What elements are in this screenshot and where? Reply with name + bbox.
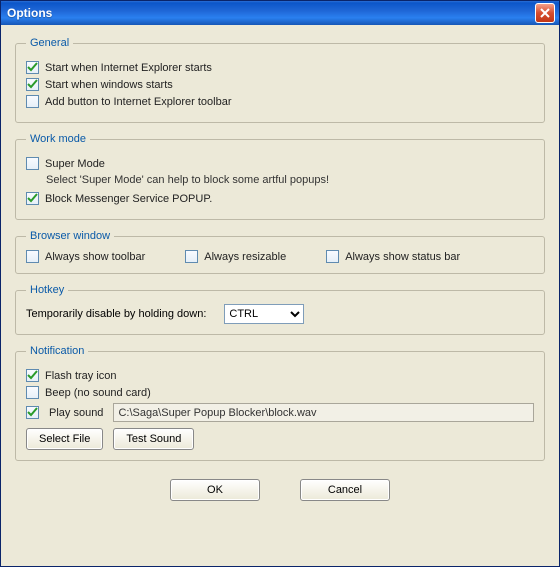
group-browser-window: Browser window Always show toolbar Alway… [15, 230, 545, 274]
legend-general: General [26, 37, 73, 49]
select-hotkey[interactable]: CTRL [224, 304, 304, 324]
legend-workmode: Work mode [26, 133, 90, 145]
label-resizable[interactable]: Always resizable [204, 251, 286, 263]
label-play-sound[interactable]: Play sound [49, 407, 103, 419]
checkbox-play-sound[interactable] [26, 406, 39, 419]
options-dialog: Options General Start when Internet Expl… [0, 0, 560, 567]
checkbox-block-msgr[interactable] [26, 192, 39, 205]
group-hotkey: Hotkey Temporarily disable by holding do… [15, 284, 545, 335]
dialog-button-row: OK Cancel [15, 471, 545, 503]
legend-hotkey: Hotkey [26, 284, 68, 296]
label-beep[interactable]: Beep (no sound card) [45, 387, 151, 399]
group-workmode: Work mode Super Mode Select 'Super Mode'… [15, 133, 545, 220]
select-file-button[interactable]: Select File [26, 428, 103, 450]
label-super-mode[interactable]: Super Mode [45, 158, 105, 170]
legend-browser-window: Browser window [26, 230, 114, 242]
checkbox-resizable[interactable] [185, 250, 198, 263]
ok-button[interactable]: OK [170, 479, 260, 501]
label-start-ie[interactable]: Start when Internet Explorer starts [45, 62, 212, 74]
input-sound-path[interactable] [113, 403, 534, 422]
legend-notification: Notification [26, 345, 88, 357]
client-area: General Start when Internet Explorer sta… [1, 25, 559, 566]
checkbox-start-win[interactable] [26, 78, 39, 91]
label-show-toolbar[interactable]: Always show toolbar [45, 251, 145, 263]
close-icon [540, 8, 550, 18]
label-flash-tray[interactable]: Flash tray icon [45, 370, 117, 382]
checkbox-super-mode[interactable] [26, 157, 39, 170]
label-block-msgr[interactable]: Block Messenger Service POPUP. [45, 193, 212, 205]
label-statusbar[interactable]: Always show status bar [345, 251, 460, 263]
checkbox-add-toolbar[interactable] [26, 95, 39, 108]
label-start-win[interactable]: Start when windows starts [45, 79, 173, 91]
cancel-button[interactable]: Cancel [300, 479, 390, 501]
close-button[interactable] [535, 3, 555, 23]
checkbox-show-toolbar[interactable] [26, 250, 39, 263]
checkbox-beep[interactable] [26, 386, 39, 399]
window-title: Options [7, 6, 52, 20]
group-general: General Start when Internet Explorer sta… [15, 37, 545, 123]
titlebar: Options [1, 1, 559, 25]
checkbox-statusbar[interactable] [326, 250, 339, 263]
checkbox-flash-tray[interactable] [26, 369, 39, 382]
checkbox-start-ie[interactable] [26, 61, 39, 74]
label-hotkey: Temporarily disable by holding down: [26, 308, 206, 320]
test-sound-button[interactable]: Test Sound [113, 428, 194, 450]
group-notification: Notification Flash tray icon Beep (no so… [15, 345, 545, 461]
hint-super-mode: Select 'Super Mode' can help to block so… [46, 174, 534, 186]
label-add-toolbar[interactable]: Add button to Internet Explorer toolbar [45, 96, 232, 108]
